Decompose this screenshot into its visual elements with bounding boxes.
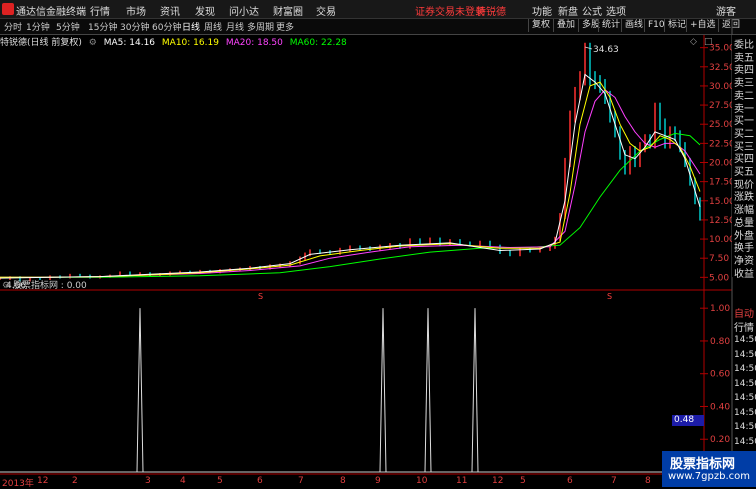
x-tick-label: 6 bbox=[257, 476, 263, 486]
x-tick-label: 12 bbox=[492, 476, 504, 486]
indicator-highlight-value: 0.48 bbox=[674, 415, 695, 425]
tick-time: 14:50 bbox=[734, 436, 756, 447]
x-tick-label: 2013年 bbox=[2, 479, 34, 489]
price-plot bbox=[0, 42, 701, 282]
tick-time: 14:50 bbox=[734, 407, 756, 418]
high-price-pointer bbox=[584, 46, 593, 50]
x-tick-label: 3 bbox=[145, 476, 151, 486]
indicator-highlight: 0.48 bbox=[672, 415, 704, 426]
x-tick-label: 11 bbox=[456, 476, 468, 486]
signal-spike bbox=[471, 308, 479, 473]
chart-canvas: 35.0032.5030.0027.5025.0022.5020.0017.50… bbox=[0, 19, 735, 487]
price-axis: 35.0032.5030.0027.5025.0022.5020.0017.50… bbox=[700, 44, 735, 283]
price-tick-label: 5.00 bbox=[709, 273, 729, 283]
x-tick-label: 4 bbox=[180, 476, 186, 486]
x-axis: 2013年 12 2 3 4 5 6 7 8 9 10 11 12 5 6 7 8 bbox=[0, 476, 660, 489]
x-tick-label: 9 bbox=[375, 476, 381, 486]
indicator-tick-label: 0.20 bbox=[710, 435, 730, 445]
high-price-label: 34.63 bbox=[593, 45, 619, 55]
indicator-plot bbox=[0, 308, 704, 473]
tick-time: 14:50 bbox=[734, 378, 756, 389]
tick-panel: 自动 行情 14:50 14:50 14:50 14:50 14:50 14:50 14:5… bbox=[732, 305, 756, 461]
tick-time: 14:50 bbox=[734, 422, 756, 432]
x-tick-label: 10 bbox=[416, 476, 428, 486]
x-tick-label: 5 bbox=[217, 476, 223, 486]
price-tick-label: 7.50 bbox=[709, 254, 729, 264]
indicator-tick-label: 0.40 bbox=[710, 402, 730, 412]
indicator-axis: 1.00 0.80 0.60 0.40 0.20 bbox=[700, 304, 730, 445]
event-marker[interactable]: S bbox=[258, 292, 263, 301]
x-tick-label: 12 bbox=[37, 476, 49, 486]
indicator-tick-label: 0.80 bbox=[710, 337, 730, 347]
x-tick-label: 7 bbox=[611, 476, 617, 486]
x-tick-label: 8 bbox=[645, 476, 651, 486]
watermark-url: www.7gpzb.com bbox=[668, 471, 750, 482]
tick-time: 14:50 bbox=[734, 393, 756, 403]
signal-spike bbox=[379, 308, 387, 473]
watermark: 股票指标网 www.7gpzb.com bbox=[662, 451, 756, 487]
x-tick-label: 2 bbox=[72, 476, 78, 486]
indicator-tick-label: 0.60 bbox=[710, 370, 730, 380]
signal-spike bbox=[136, 308, 144, 473]
x-tick-label: 5 bbox=[520, 476, 526, 486]
quote-label: 行情 bbox=[734, 323, 754, 334]
ma60-line bbox=[0, 132, 701, 278]
auto-label[interactable]: 自动 bbox=[734, 305, 754, 320]
quote-field-label: 收益 bbox=[734, 268, 754, 280]
tick-time: 14:50 bbox=[734, 335, 756, 345]
event-marker[interactable]: S bbox=[607, 292, 612, 301]
watermark-title: 股票指标网 bbox=[670, 457, 736, 472]
tick-time: 14:50 bbox=[734, 349, 756, 360]
tick-time: 14:50 bbox=[734, 364, 756, 374]
x-tick-label: 6 bbox=[567, 476, 573, 486]
signal-spike bbox=[424, 308, 432, 473]
indicator-tick-label: 1.00 bbox=[710, 304, 730, 314]
gear-icon[interactable]: ⚙ bbox=[2, 281, 13, 291]
indicator-title-text: 股票指标网 : 0.00 bbox=[12, 281, 87, 291]
x-tick-label: 7 bbox=[298, 476, 304, 486]
quote-side-panel: 委比 卖五 卖四 卖三 卖二 卖一 买一 买二 买三 买四 买五 现价 涨跌 涨幅 总量 外盘 换手 净资 收益 bbox=[732, 35, 756, 280]
indicator-title: ⚙ 股票指标网 : 0.00 bbox=[2, 278, 87, 291]
x-tick-label: 8 bbox=[340, 476, 346, 486]
